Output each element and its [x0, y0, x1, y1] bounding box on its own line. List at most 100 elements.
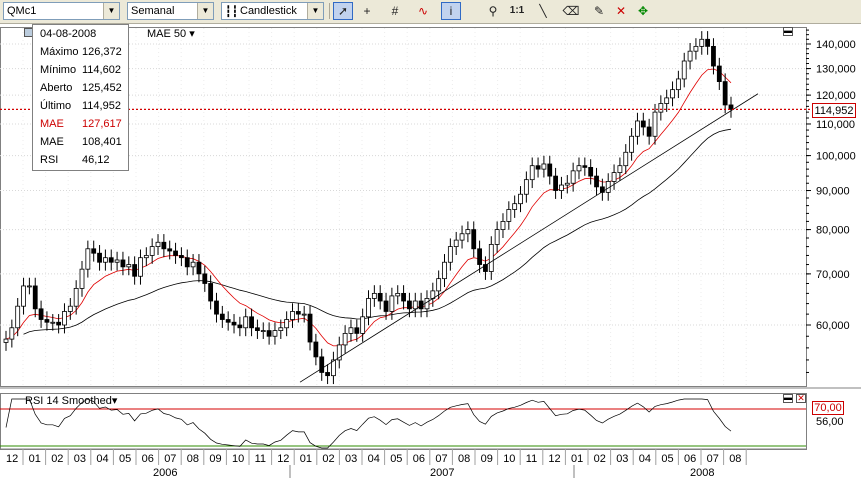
candle-body: [50, 321, 56, 324]
x-month-label: 08: [187, 453, 199, 465]
candle-body: [260, 330, 266, 332]
info-tool-button[interactable]: i: [441, 2, 461, 20]
line-tool-button[interactable]: ╲: [533, 2, 553, 20]
x-month-label: 10: [232, 453, 244, 465]
candle-body: [629, 135, 635, 153]
candle-body: [32, 285, 38, 310]
x-month-label: 06: [413, 453, 425, 465]
x-month-label: 08: [458, 453, 470, 465]
candle-body: [208, 283, 214, 302]
candle-body: [196, 261, 202, 275]
candle-body: [518, 193, 523, 205]
move-tool-button[interactable]: ✥: [633, 2, 653, 20]
pointer-tool-button[interactable]: ➚: [333, 2, 353, 20]
candle-body: [301, 313, 307, 316]
candle-body: [716, 65, 722, 82]
x-month-label: 07: [435, 453, 447, 465]
candle-body: [249, 316, 254, 329]
y-tick-label: 90,000: [816, 186, 850, 198]
toolbar: QMc1 ▼ Semanal ▼ Candlestick ┇┇ ▼ ➚ + # …: [0, 0, 861, 24]
eraser-tool-button[interactable]: ⌫: [561, 2, 581, 20]
candle-body: [114, 259, 120, 263]
candle-body: [553, 175, 558, 191]
x-month-label: 04: [96, 453, 108, 465]
x-year-label: 2006: [153, 467, 177, 478]
candle-body: [471, 229, 477, 250]
chevron-down-icon[interactable]: ▼: [197, 3, 213, 19]
chart-type-combo[interactable]: Candlestick ┇┇ ▼: [221, 2, 324, 20]
candle-body: [108, 257, 114, 263]
x-month-label: 02: [594, 453, 606, 465]
candle-body: [307, 313, 313, 343]
grid-tool-button[interactable]: #: [385, 2, 405, 20]
candle-body: [284, 319, 290, 329]
toolbar-separator-button: [461, 2, 481, 20]
delete-tool-button[interactable]: ✕: [611, 2, 631, 20]
info-row: Aberto 125,452: [40, 79, 122, 97]
x-year-label: 2007: [430, 467, 454, 478]
candle-body: [711, 45, 716, 67]
x-month-label: 11: [255, 453, 266, 465]
candle-body: [38, 308, 44, 320]
mae-indicator-label[interactable]: MAE 50 ▾: [147, 27, 195, 40]
symbol-combo[interactable]: QMc1 ▼: [3, 2, 120, 20]
rsi-panel: 56,00: [0, 398, 844, 449]
candle-body: [67, 305, 73, 312]
x-month-label: 12: [277, 453, 289, 465]
candle-body: [354, 327, 360, 334]
collapse-rsi-panel-button[interactable]: ▬: [783, 394, 793, 403]
paint-tool-button[interactable]: ✎: [589, 2, 609, 20]
candle-body: [202, 273, 208, 284]
candle-body: [44, 319, 50, 323]
info-row: Último 114,952: [40, 97, 121, 115]
candle-body: [407, 300, 412, 310]
candle-body: [290, 311, 295, 320]
period-combo[interactable]: Semanal ▼: [127, 2, 214, 20]
x-month-label: 03: [345, 453, 357, 465]
collapse-price-panel-button[interactable]: ▬: [783, 27, 793, 36]
candle-body: [126, 264, 132, 268]
chart-area[interactable]: 140,000 130,000 120,000 110,000 100,000 90,00…: [0, 23, 861, 478]
candle-body: [255, 327, 260, 331]
candle-body: [442, 261, 447, 280]
zoom-1to1-button[interactable]: 1:1: [507, 2, 527, 20]
chevron-down-icon[interactable]: ▼: [103, 3, 119, 19]
candle-body: [9, 327, 15, 340]
oscillator-tool-button[interactable]: ∿: [413, 2, 433, 20]
trend-line: [299, 93, 759, 383]
info-row-label: Máximo: [40, 46, 79, 58]
period-value: Semanal: [131, 5, 175, 17]
candle-body: [453, 239, 459, 248]
close-rsi-panel-button[interactable]: ✕: [796, 394, 806, 403]
candle-body: [383, 300, 389, 312]
candle-body: [722, 81, 728, 106]
candle-body: [15, 305, 21, 329]
candle-body: [377, 292, 383, 302]
candle-body: [219, 313, 225, 320]
info-row-label: MAE: [40, 118, 64, 130]
info-row: Mínimo 114,602: [40, 61, 121, 79]
rsi-dropdown-icon[interactable]: ▾: [112, 395, 118, 407]
crosshair-tool-button[interactable]: +: [357, 2, 377, 20]
candle-body: [424, 298, 430, 310]
candle-body: [459, 233, 465, 241]
candle-body: [73, 288, 79, 307]
candle-body: [237, 324, 243, 329]
info-row-value: 114,602: [82, 64, 121, 76]
x-month-label: 01: [571, 453, 583, 465]
x-month-label: 02: [51, 453, 63, 465]
zoom-tool-button[interactable]: ⚲: [483, 2, 503, 20]
candle-body: [658, 103, 664, 113]
rsi-indicator-label[interactable]: RSI 14 Smoothed▾: [25, 394, 117, 407]
candle-body: [278, 327, 284, 331]
candle-body: [91, 248, 97, 254]
chevron-down-icon[interactable]: ▼: [307, 3, 323, 19]
x-month-label: 10: [503, 453, 515, 465]
candle-body: [97, 252, 102, 263]
candle-body: [214, 300, 219, 315]
candle-body: [266, 330, 272, 337]
toolbar-separator: [329, 3, 330, 19]
candle-body: [179, 255, 184, 259]
rsi-panel-border: [0, 393, 807, 450]
candle-body: [582, 165, 588, 168]
